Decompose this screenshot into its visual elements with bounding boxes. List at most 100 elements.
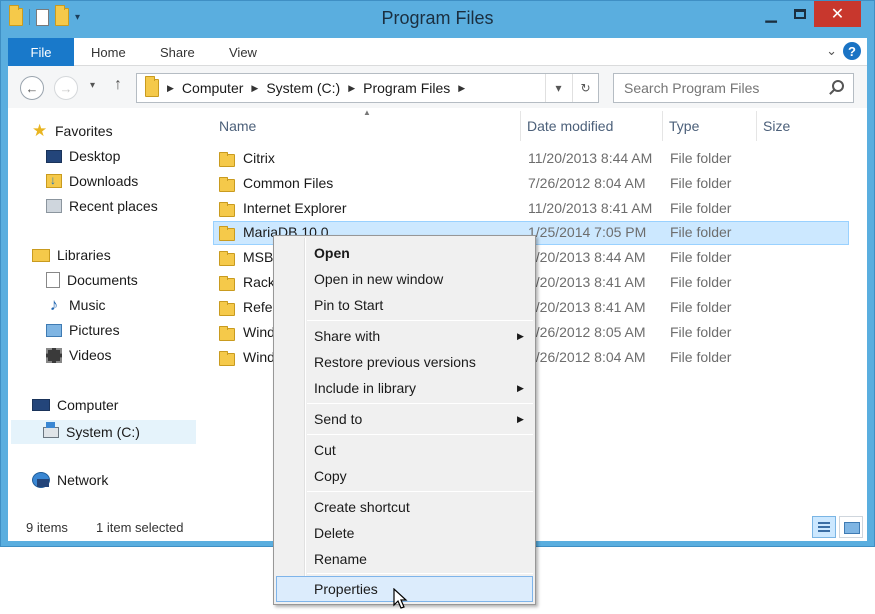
nav-music[interactable]: ♪ Music — [46, 295, 106, 314]
file-date: 7/26/2012 8:04 AM — [528, 349, 646, 365]
up-button[interactable]: ↑ — [114, 76, 122, 94]
back-button[interactable]: ← — [20, 76, 44, 100]
refresh-icon[interactable]: ↻ — [572, 74, 598, 102]
help-icon[interactable]: ? — [843, 42, 861, 60]
file-date: 7/26/2012 8:05 AM — [528, 324, 646, 340]
nav-documents[interactable]: Documents — [46, 272, 138, 288]
nav-desktop[interactable]: Desktop — [46, 148, 120, 164]
search-box[interactable] — [613, 73, 854, 103]
context-menu: Open Open in new window Pin to Start Sha… — [273, 235, 536, 605]
menu-item-restore-versions[interactable]: Restore previous versions — [314, 354, 476, 370]
close-button[interactable]: ✕ — [814, 1, 861, 27]
menu-separator — [307, 434, 533, 435]
file-type: File folder — [670, 299, 732, 315]
nav-recent-places[interactable]: Recent places — [46, 198, 158, 214]
menu-item-rename[interactable]: Rename — [314, 551, 367, 567]
chevron-right-icon[interactable]: ▶ — [458, 83, 465, 94]
folder-icon — [145, 76, 159, 97]
music-icon: ♪ — [49, 295, 59, 314]
file-row[interactable]: Citrix 11/20/2013 8:44 AM File folder — [213, 147, 849, 171]
nav-label: Music — [69, 297, 106, 313]
drive-icon — [43, 421, 59, 438]
menu-item-cut[interactable]: Cut — [314, 442, 336, 458]
file-type: File folder — [670, 175, 732, 191]
file-date: 11/20/2013 8:41 AM — [528, 200, 653, 216]
submenu-arrow-icon: ▶ — [517, 414, 524, 424]
address-dropdown-icon[interactable]: ▾ — [545, 74, 571, 102]
tab-home[interactable]: Home — [91, 45, 126, 60]
submenu-arrow-icon: ▶ — [517, 383, 524, 393]
tab-share[interactable]: Share — [160, 45, 195, 60]
menu-separator — [307, 320, 533, 321]
nav-videos[interactable]: Videos — [46, 347, 112, 363]
menu-item-create-shortcut[interactable]: Create shortcut — [314, 499, 410, 515]
chevron-right-icon[interactable]: ▶ — [167, 83, 174, 94]
file-name: Common Files — [243, 175, 334, 191]
selection-count: 1 item selected — [96, 520, 184, 535]
menu-item-open[interactable]: Open — [314, 245, 350, 261]
maximize-button[interactable] — [786, 1, 814, 27]
menu-item-open-new-window[interactable]: Open in new window — [314, 271, 443, 287]
window-title: Program Files — [381, 8, 494, 28]
breadcrumb-program-files[interactable]: Program Files — [363, 80, 450, 96]
file-row[interactable]: Common Files 7/26/2012 8:04 AM File fold… — [213, 172, 849, 196]
details-view-button[interactable] — [812, 516, 836, 538]
forward-button[interactable]: → — [54, 76, 78, 100]
tab-file[interactable]: File — [8, 38, 74, 66]
network-icon — [32, 472, 50, 488]
menu-item-copy[interactable]: Copy — [314, 468, 347, 484]
menu-separator — [307, 403, 533, 404]
expand-ribbon-icon[interactable]: ⌄ — [826, 43, 837, 59]
nav-downloads[interactable]: Downloads — [46, 173, 138, 189]
address-bar[interactable]: ▶ Computer ▶ System (C:) ▶ Program Files… — [136, 73, 599, 103]
nav-system-c[interactable]: System (C:) — [11, 420, 196, 444]
large-icons-view-button[interactable] — [839, 516, 863, 538]
folder-icon — [219, 251, 235, 266]
column-header-type[interactable]: Type — [663, 111, 757, 141]
menu-item-properties[interactable]: Properties — [314, 581, 378, 597]
nav-label: System (C:) — [66, 424, 140, 440]
menu-item-share-with[interactable]: Share with — [314, 328, 380, 344]
nav-pictures[interactable]: Pictures — [46, 322, 120, 338]
nav-label: Computer — [57, 397, 119, 413]
search-icon[interactable] — [832, 80, 844, 92]
nav-libraries[interactable]: Libraries — [32, 247, 111, 263]
breadcrumb-system-c[interactable]: System (C:) — [266, 80, 340, 96]
file-name: Rack — [243, 274, 275, 290]
navigation-pane: ★ Favorites Desktop Downloads Recent plac… — [8, 108, 198, 511]
column-header-name[interactable]: Name — [213, 111, 521, 141]
chevron-right-icon[interactable]: ▶ — [348, 83, 355, 94]
tab-view[interactable]: View — [229, 45, 257, 60]
nav-label: Network — [57, 472, 109, 488]
folder-icon — [219, 326, 235, 341]
column-header-date[interactable]: Date modified — [521, 111, 663, 141]
libraries-icon — [32, 248, 50, 262]
breadcrumb-computer[interactable]: Computer — [182, 80, 243, 96]
search-input[interactable] — [614, 74, 814, 102]
nav-label: Downloads — [69, 173, 139, 189]
file-name: Wind — [243, 349, 275, 365]
folder-icon — [219, 301, 235, 316]
menu-item-include-library[interactable]: Include in library — [314, 380, 416, 396]
nav-label: Documents — [67, 272, 138, 288]
recent-places-icon — [46, 199, 62, 213]
menu-item-pin-to-start[interactable]: Pin to Start — [314, 297, 383, 313]
nav-computer[interactable]: Computer — [32, 397, 118, 413]
nav-favorites[interactable]: ★ Favorites — [32, 122, 113, 139]
column-header-size[interactable]: Size — [757, 111, 851, 141]
nav-network[interactable]: Network — [32, 472, 108, 488]
recent-locations-icon[interactable]: ▾ — [90, 80, 95, 91]
file-date: 7/26/2012 8:04 AM — [528, 175, 646, 191]
file-type: File folder — [670, 249, 732, 265]
nav-label: Desktop — [69, 148, 121, 164]
file-type: File folder — [670, 274, 732, 290]
chevron-right-icon[interactable]: ▶ — [251, 83, 258, 94]
file-row[interactable]: Internet Explorer 11/20/2013 8:41 AM Fil… — [213, 197, 849, 221]
documents-icon — [46, 272, 60, 288]
folder-icon — [219, 276, 235, 291]
menu-item-send-to[interactable]: Send to — [314, 411, 362, 427]
menu-item-delete[interactable]: Delete — [314, 525, 354, 541]
minimize-button[interactable]: ▁ — [756, 1, 786, 27]
file-date: 1/20/2013 8:44 AM — [528, 249, 646, 265]
file-type: File folder — [670, 324, 732, 340]
